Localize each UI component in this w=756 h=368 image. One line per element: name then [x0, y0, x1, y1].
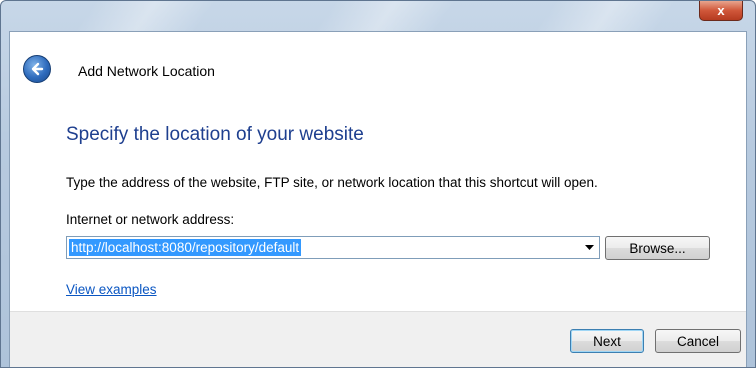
- browse-button[interactable]: Browse...: [605, 236, 710, 260]
- close-icon: x: [717, 3, 725, 18]
- address-label: Internet or network address:: [66, 212, 235, 227]
- chevron-down-icon: [584, 245, 594, 250]
- next-button[interactable]: Next: [570, 329, 644, 353]
- wizard-header: Add Network Location: [10, 32, 746, 102]
- cancel-button[interactable]: Cancel: [655, 329, 741, 353]
- wizard-title: Add Network Location: [78, 63, 215, 79]
- page-heading: Specify the location of your website: [66, 124, 364, 145]
- address-input[interactable]: http://localhost:8080/repository/default: [69, 239, 302, 256]
- back-arrow-icon: [31, 62, 44, 76]
- close-button[interactable]: x: [699, 1, 743, 21]
- wizard-content: Add Network Location Specify the locatio…: [9, 31, 747, 367]
- address-combobox[interactable]: http://localhost:8080/repository/default: [66, 236, 600, 259]
- address-dropdown-button[interactable]: [579, 237, 599, 258]
- view-examples-link[interactable]: View examples: [66, 282, 157, 297]
- instruction-text: Type the address of the website, FTP sit…: [66, 175, 598, 190]
- button-bar: Next Cancel: [10, 311, 746, 367]
- back-button[interactable]: [23, 55, 51, 83]
- dialog-window: x Add Network Location Specify the locat…: [0, 0, 756, 368]
